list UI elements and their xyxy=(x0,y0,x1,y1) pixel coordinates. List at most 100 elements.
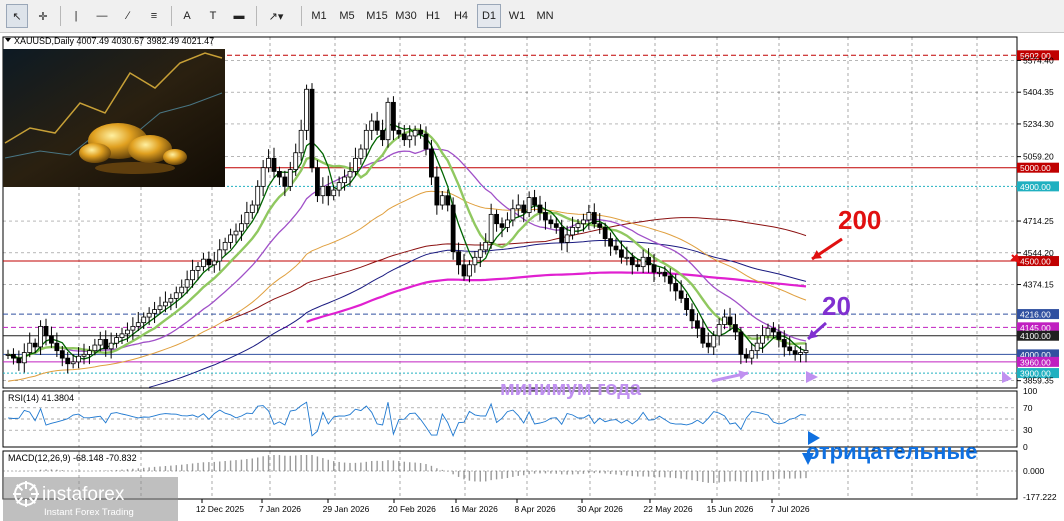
gold-nuggets-image xyxy=(3,49,225,187)
candle-body xyxy=(233,230,239,236)
candle-body xyxy=(5,353,11,356)
candle-body xyxy=(602,227,608,240)
price-tick-label: 4374.15 xyxy=(1023,280,1054,290)
candle-body xyxy=(260,167,266,187)
annotation-20: 20 xyxy=(822,291,851,321)
macd-tick-label: -177.222 xyxy=(1023,492,1057,502)
timeframe-m5-button[interactable]: M5 xyxy=(335,4,359,28)
candle-body xyxy=(461,264,467,277)
candle-body xyxy=(391,101,396,131)
candle-body xyxy=(353,157,358,172)
candle-body xyxy=(559,227,565,243)
price-tick-label: 5404.35 xyxy=(1023,87,1054,97)
timeframe-h1-button[interactable]: H1 xyxy=(421,4,445,28)
candle-body xyxy=(553,223,559,228)
candle-body xyxy=(152,309,157,314)
toolbar-separator xyxy=(301,6,302,26)
candle-body xyxy=(439,195,445,206)
candle-body xyxy=(211,260,217,266)
instaforex-watermark: instaforex Instant Forex Trading xyxy=(3,477,178,521)
rectangle-icon[interactable]: ▬ xyxy=(228,4,250,28)
price-chart[interactable]: 5602.005000.004900.004500.004216.004145.… xyxy=(0,33,1064,521)
candle-body xyxy=(700,327,706,344)
candle-body xyxy=(266,157,271,169)
toolbar-separator xyxy=(256,6,257,26)
candle-body xyxy=(662,271,668,277)
vertical-line-icon[interactable]: | xyxy=(65,4,87,28)
candle-body xyxy=(244,212,250,225)
candle-body xyxy=(320,185,326,197)
candle-body xyxy=(575,223,581,228)
candle-body xyxy=(591,212,597,225)
candle-body xyxy=(467,264,472,277)
candle-body xyxy=(776,331,782,340)
rsi-tick-label: 70 xyxy=(1023,403,1033,413)
fibonacci-icon[interactable]: ≡ xyxy=(143,4,165,28)
candle-body xyxy=(70,361,76,365)
candle-body xyxy=(65,357,71,365)
timeframe-m30-button[interactable]: M30 xyxy=(392,4,420,28)
candle-body xyxy=(168,297,174,303)
candle-body xyxy=(651,264,657,273)
candle-body xyxy=(412,129,418,137)
candle-body xyxy=(190,269,195,281)
candle-body xyxy=(570,227,575,236)
candle-body xyxy=(195,266,201,271)
candle-body xyxy=(201,258,206,268)
candle-body xyxy=(667,275,673,284)
candle-body xyxy=(418,129,423,135)
candle-body xyxy=(792,350,798,355)
candle-body xyxy=(385,101,391,141)
candle-body xyxy=(157,305,163,310)
candle-body xyxy=(363,129,369,150)
candle-body xyxy=(765,327,771,337)
candle-body xyxy=(146,312,152,318)
price-tick-label: 4544.20 xyxy=(1023,248,1054,258)
price-tick-label: 5574.40 xyxy=(1023,55,1054,65)
candle-body xyxy=(249,204,255,213)
candle-body xyxy=(163,301,168,307)
rsi-tick-label: 100 xyxy=(1023,386,1037,396)
candle-body xyxy=(445,195,451,206)
candle-body xyxy=(722,316,727,325)
candle-body xyxy=(581,219,586,225)
candle-body xyxy=(548,219,554,225)
candle-body xyxy=(287,169,293,187)
candle-body xyxy=(239,223,244,232)
rsi-header: RSI(14) 41.3804 xyxy=(8,393,74,403)
candle-body xyxy=(358,148,364,159)
cursor-icon[interactable]: ↖ xyxy=(6,4,28,28)
candle-body xyxy=(81,353,87,357)
candle-body xyxy=(678,290,684,299)
annotation-year-low: минимум года xyxy=(500,378,642,400)
timeframe-w1-button[interactable]: W1 xyxy=(505,4,529,28)
candle-body xyxy=(125,329,130,335)
rsi-tick-label: 30 xyxy=(1023,425,1033,435)
candle-body xyxy=(787,346,793,352)
level-label: 3960.00 xyxy=(1020,357,1051,367)
price-tick-label: 5059.20 xyxy=(1023,152,1054,162)
timeframe-d1-button[interactable]: D1 xyxy=(477,4,501,28)
label-icon[interactable]: T xyxy=(202,4,224,28)
candle-body xyxy=(135,322,141,327)
horizontal-line-icon[interactable]: — xyxy=(91,4,113,28)
candle-body xyxy=(798,352,803,355)
candle-body xyxy=(11,353,16,359)
crosshair-icon[interactable]: ✛ xyxy=(32,4,54,28)
text-icon[interactable]: A xyxy=(176,4,198,28)
timeframe-m1-button[interactable]: M1 xyxy=(307,4,331,28)
candle-body xyxy=(92,344,98,352)
date-tick-label: 29 Jan 2026 xyxy=(323,504,370,514)
toolbar-separator xyxy=(171,6,172,26)
timeframe-h4-button[interactable]: H4 xyxy=(449,4,473,28)
timeframe-m15-button[interactable]: M15 xyxy=(363,4,391,28)
candle-body xyxy=(43,325,49,337)
shapes-menu-icon[interactable]: ↗▾ xyxy=(261,4,291,28)
trendline-icon[interactable]: ∕ xyxy=(117,4,139,28)
candle-body xyxy=(184,279,190,288)
timeframe-mn-button[interactable]: MN xyxy=(533,4,557,28)
candle-body xyxy=(689,309,695,322)
level-label: 4100.00 xyxy=(1020,331,1051,341)
candle-body xyxy=(510,208,516,221)
candle-body xyxy=(293,152,299,170)
